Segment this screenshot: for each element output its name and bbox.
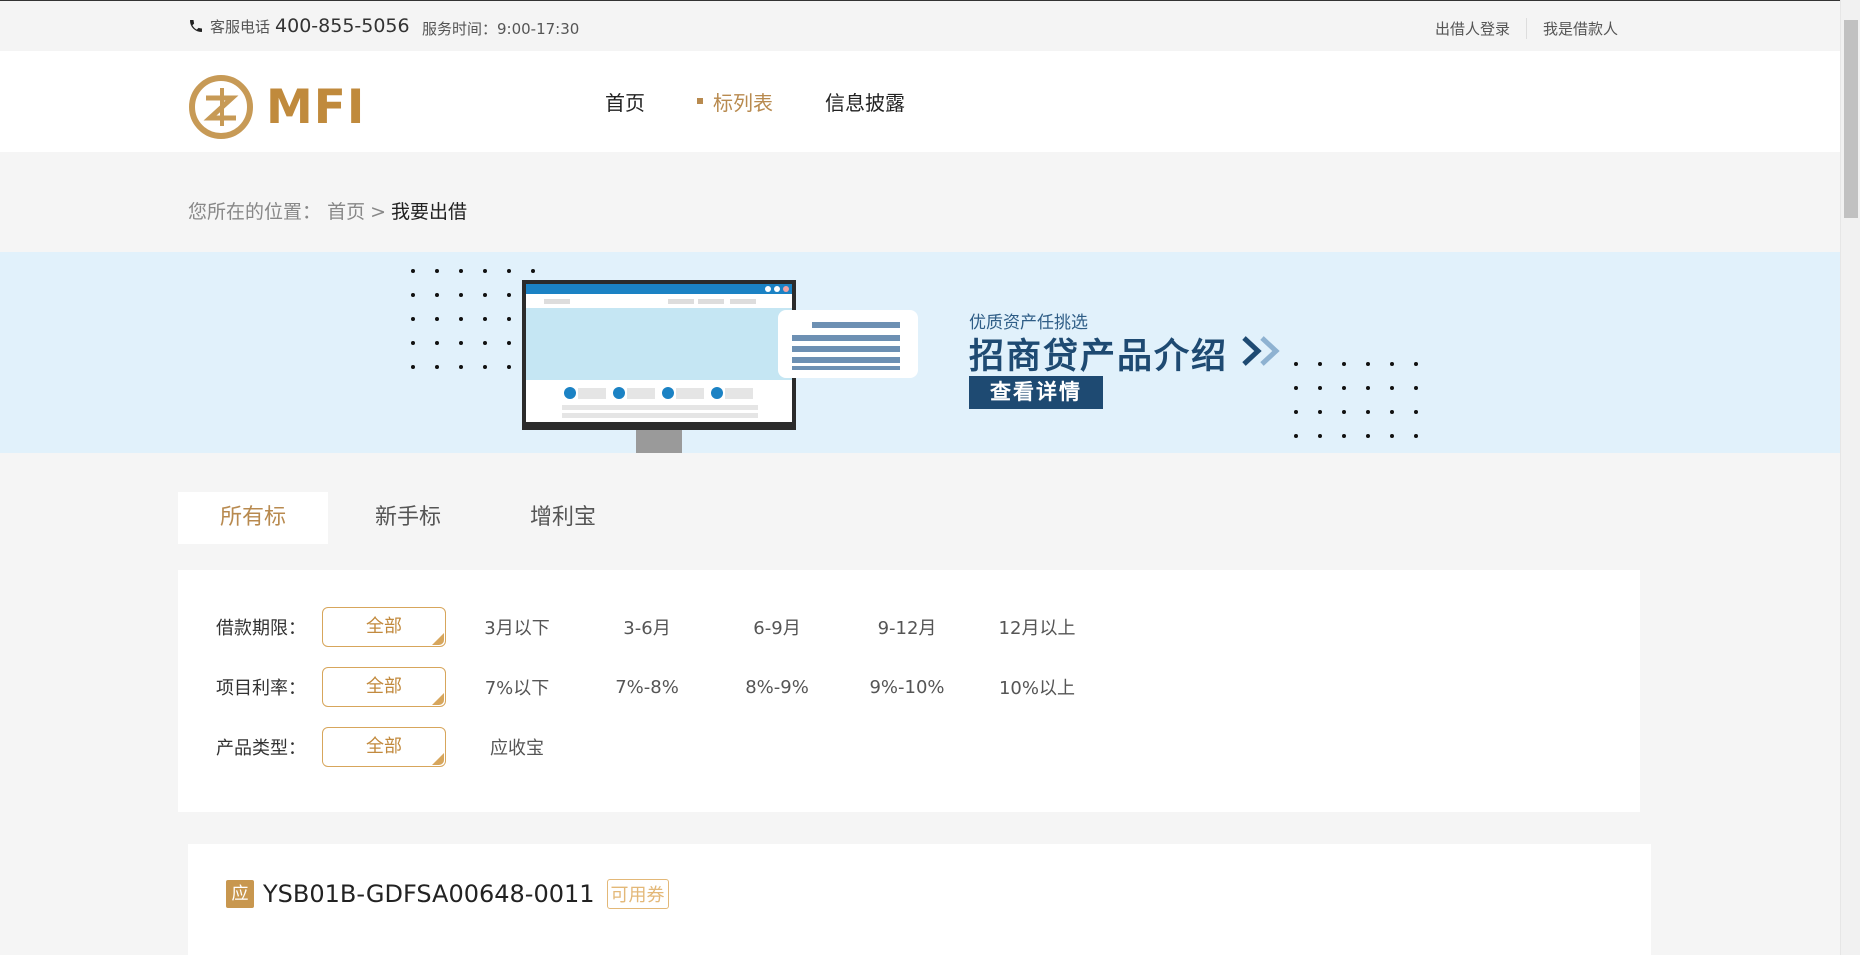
banner-title-text: 招商贷产品介绍 (969, 337, 1229, 377)
bid-item-header: 应 YSB01B-GDFSA00648-0011 可用券 (226, 879, 669, 909)
banner-title: 招商贷产品介绍 (969, 328, 1228, 379)
filter-option[interactable]: 3月以下 (452, 614, 582, 640)
filter-label: 项目利率： (216, 678, 306, 699)
header: MFI 首页 标列表 信息披露 (0, 51, 1840, 152)
filter-option[interactable]: 7%-8% (582, 677, 712, 698)
filter-option[interactable]: 9%-10% (842, 677, 972, 698)
filter-option[interactable]: 应收宝 (452, 734, 582, 760)
filter-row-rate: 项目利率： 全部 7%以下 7%-8% 8%-9% 9%-10% 10%以上 (216, 667, 1102, 707)
filter-option[interactable]: 全部 (322, 607, 446, 647)
page: 客服电话 400-855-5056 服务时间：9:00-17:30 出借人登录 … (0, 0, 1840, 955)
monitor-illustration (522, 280, 918, 453)
logo[interactable]: MFI (188, 74, 365, 140)
scrollbar-thumb[interactable] (1844, 20, 1858, 218)
coupon-badge: 可用券 (606, 879, 669, 909)
tab-newbie-bids[interactable]: 新手标 (333, 492, 483, 544)
customer-service-phone: 客服电话 400-855-5056 (188, 15, 410, 37)
filter-row-term: 借款期限： 全部 3月以下 3-6月 6-9月 9-12月 12月以上 (216, 607, 1102, 647)
filter-option[interactable]: 10%以上 (972, 674, 1102, 700)
breadcrumb-separator: > (370, 201, 386, 223)
filter-option[interactable]: 3-6月 (582, 614, 712, 640)
bid-list-item[interactable]: 应 YSB01B-GDFSA00648-0011 可用券 (188, 844, 1651, 955)
breadcrumb-home[interactable]: 首页 (327, 201, 365, 223)
nav-disclosure[interactable]: 信息披露 (825, 87, 905, 116)
filter-option[interactable]: 6-9月 (712, 614, 842, 640)
filter-option[interactable]: 全部 (322, 667, 446, 707)
logo-emblem-icon (189, 75, 253, 139)
lender-login-link[interactable]: 出借人登录 (1419, 18, 1526, 39)
filter-label: 借款期限： (216, 618, 306, 639)
product-type-badge: 应 (226, 880, 254, 908)
breadcrumb: 您所在的位置： 首页 > 我要出借 (188, 197, 467, 224)
service-hours: 服务时间：9:00-17:30 (422, 20, 580, 38)
bid-code[interactable]: YSB01B-GDFSA00648-0011 (263, 880, 595, 908)
nav-home[interactable]: 首页 (605, 87, 645, 116)
nav-bid-list[interactable]: 标列表 (697, 87, 773, 116)
filter-option[interactable]: 9-12月 (842, 614, 972, 640)
logo-text: MFI (266, 79, 366, 135)
promo-banner[interactable]: 优质资产任挑选 招商贷产品介绍 查看详情 (0, 252, 1840, 453)
filter-option[interactable]: 7%以下 (452, 674, 582, 700)
phone-icon (190, 20, 202, 32)
bid-tabs: 所有标 新手标 增利宝 (178, 492, 643, 544)
filter-option[interactable]: 12月以上 (972, 614, 1102, 640)
breadcrumb-current: 我要出借 (391, 201, 468, 223)
filter-option[interactable]: 8%-9% (712, 677, 842, 698)
filter-option[interactable]: 全部 (322, 727, 446, 767)
filter-row-type: 产品类型： 全部 应收宝 (216, 727, 582, 767)
filter-label: 产品类型： (216, 738, 306, 759)
tab-all-bids[interactable]: 所有标 (178, 492, 328, 544)
borrower-link[interactable]: 我是借款人 (1525, 18, 1634, 39)
top-bar: 客服电话 400-855-5056 服务时间：9:00-17:30 出借人登录 … (0, 1, 1840, 51)
vertical-scrollbar[interactable] (1840, 0, 1860, 955)
double-chevron-icon (1242, 336, 1280, 366)
phone-number: 400-855-5056 (275, 15, 410, 37)
main-nav: 首页 标列表 信息披露 (605, 87, 957, 116)
breadcrumb-prefix: 您所在的位置： (188, 201, 322, 223)
top-links: 出借人登录 我是借款人 (1419, 18, 1634, 39)
dots-right-decoration (1294, 362, 1418, 438)
view-details-button[interactable]: 查看详情 (969, 376, 1103, 409)
tab-zenglibao[interactable]: 增利宝 (488, 492, 638, 544)
phone-label: 客服电话 (210, 18, 271, 36)
filter-panel: 借款期限： 全部 3月以下 3-6月 6-9月 9-12月 12月以上 项目利率… (178, 570, 1640, 812)
